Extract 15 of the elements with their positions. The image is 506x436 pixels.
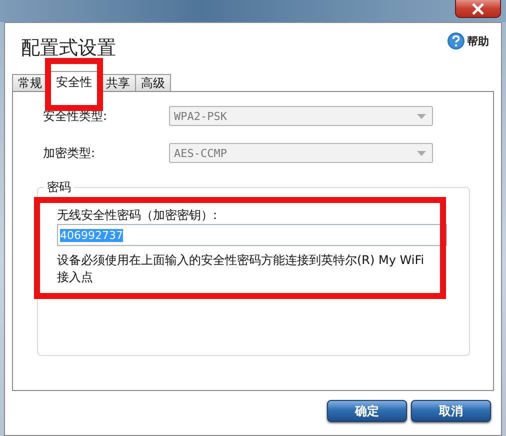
caret-icon: [417, 114, 426, 118]
tab[interactable]: 高级: [135, 74, 171, 91]
cancel-button[interactable]: 取消: [411, 400, 491, 422]
ok-button[interactable]: 确定: [327, 400, 407, 422]
caret-icon: [417, 150, 426, 156]
dialog-title: 配置式设置: [21, 36, 116, 61]
help-icon: [447, 32, 465, 50]
highlight-frame: [45, 58, 103, 111]
password-note: 设备必须使用在上面输入的安全性密码方能连接到英特尔(R) My WiFi 接入点: [57, 252, 426, 286]
field-label: 加密类型:: [43, 144, 96, 162]
help-link[interactable]: 帮助: [447, 32, 489, 50]
close-icon: [471, 2, 485, 14]
tab[interactable]: 常规: [12, 74, 48, 91]
close-button[interactable]: [455, 0, 501, 18]
field-label: 无线安全性密码（加密密钥）:: [57, 208, 218, 222]
